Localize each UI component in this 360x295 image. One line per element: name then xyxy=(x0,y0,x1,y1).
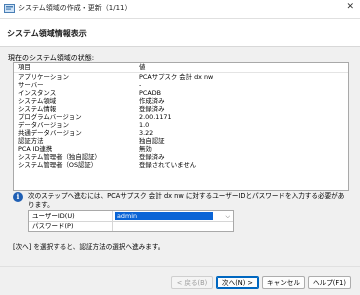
button-bar-divider xyxy=(0,266,360,267)
list-item: サーバー - xyxy=(18,81,142,89)
info-message: 次のステップへ進むには、PCAサプスク 会計 dx nw に対するユーザーIDと… xyxy=(28,192,345,209)
title-bar: システム領域の作成・更新（1/11） ✕ xyxy=(0,0,360,19)
list-item: システム管理者（OS認証） 登録されていません xyxy=(18,161,197,169)
list-item: システム管理者（独自認証） 登録済み xyxy=(18,153,165,161)
app-icon xyxy=(4,4,15,13)
status-list-header-row: 項目 値 xyxy=(14,63,348,71)
list-item: システム領域 作成済み xyxy=(18,97,165,105)
user-id-select[interactable]: admin ⌵ xyxy=(113,211,233,221)
user-id-label: ユーザーID(U) xyxy=(32,212,75,220)
close-icon[interactable]: ✕ xyxy=(346,2,354,12)
list-item: システム情報 登録済み xyxy=(18,105,165,113)
cancel-button[interactable]: キャンセル xyxy=(262,276,305,289)
password-field[interactable] xyxy=(113,221,233,231)
list-item: 共通データバージョン 3.22 xyxy=(18,129,154,137)
setup-wizard-window: システム領域の作成・更新（1/11） ✕ システム領域情報表示 現在のシステム領… xyxy=(0,0,360,295)
list-item: アプリケーション PCAサプスク 会計 dx nw xyxy=(18,73,214,81)
chevron-down-icon[interactable]: ⌵ xyxy=(225,212,230,221)
help-button[interactable]: ヘルプ(F1) xyxy=(308,276,351,289)
list-item: PCA ID連携 無効 xyxy=(18,145,152,153)
info-icon: i xyxy=(13,192,23,202)
user-id-value: admin xyxy=(115,211,213,220)
page-header: システム領域情報表示 xyxy=(0,19,360,47)
list-item: プログラムバージョン 2.00.1171 xyxy=(18,113,172,121)
page-title: システム領域情報表示 xyxy=(7,29,87,38)
next-step-hint: [次へ] を選択すると、認証方法の選択へ進みます。 xyxy=(13,243,165,251)
back-button[interactable]: < 戻る(B) xyxy=(171,276,213,289)
window-title: システム領域の作成・更新（1/11） xyxy=(18,4,132,12)
column-header-item[interactable]: 項目 xyxy=(18,63,31,71)
status-list-header: 項目 値 xyxy=(14,63,348,73)
list-item: データバージョン 1.0 xyxy=(18,121,150,129)
list-item: 認証方法 独自認証 xyxy=(18,137,165,145)
list-item: インスタンス PCADB xyxy=(18,89,161,97)
next-button[interactable]: 次へ(N) > xyxy=(216,276,259,289)
column-header-value[interactable]: 値 xyxy=(139,63,145,71)
credentials-form: ユーザーID(U) admin ⌵ パスワード(P) xyxy=(28,210,234,232)
status-list[interactable]: 項目 値 アプリケーション PCAサプスク 会計 dx nw サーバー - インスタ… xyxy=(13,62,349,191)
password-label: パスワード(P) xyxy=(32,222,74,230)
